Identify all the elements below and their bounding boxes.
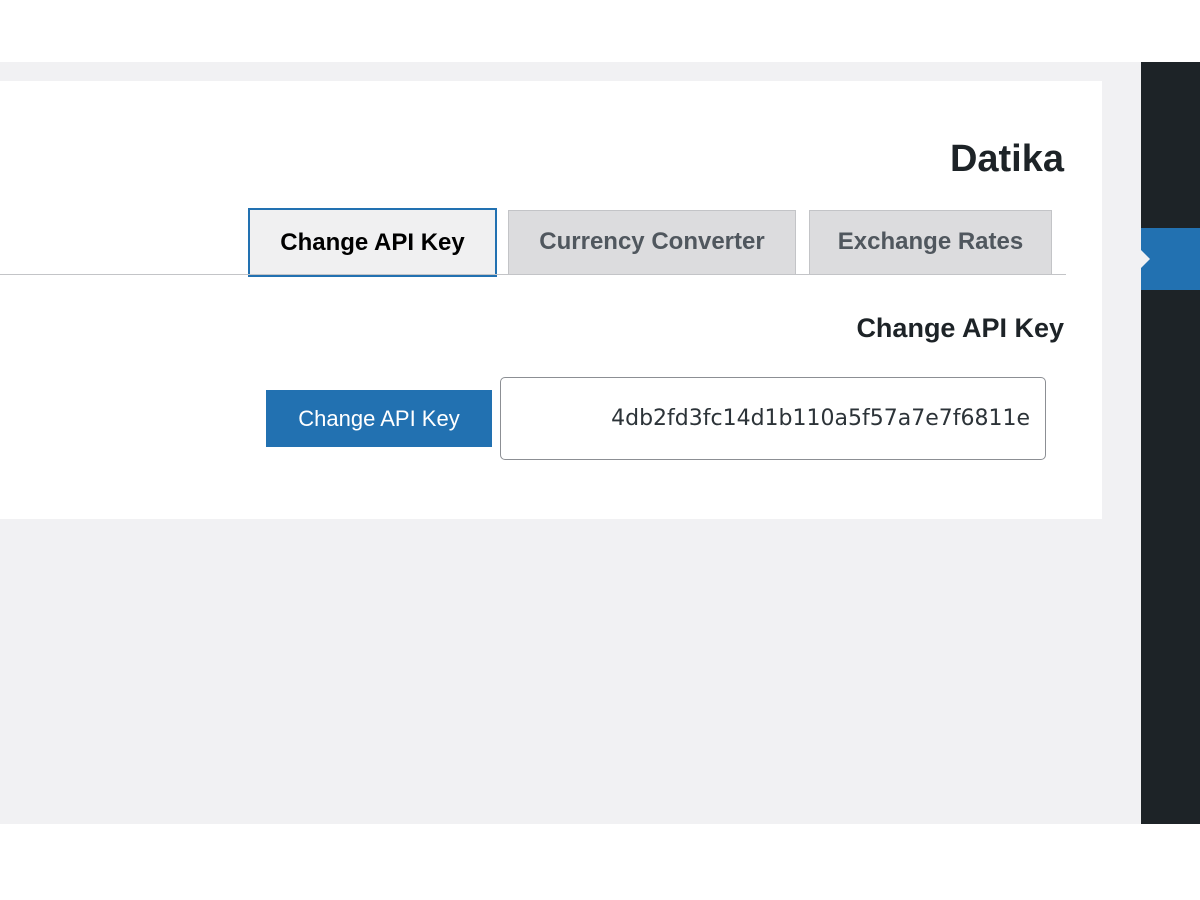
settings-panel: Datika Change API Key Currency Converter…: [0, 81, 1102, 519]
admin-content-area: Datika Change API Key Currency Converter…: [0, 62, 1141, 824]
tab-currency-converter[interactable]: Currency Converter: [508, 210, 796, 274]
tab-exchange-rates[interactable]: Exchange Rates: [809, 210, 1052, 274]
change-api-key-button[interactable]: Change API Key: [266, 390, 492, 447]
tabs-divider: [0, 274, 1066, 275]
page-title: Datika: [949, 138, 1064, 180]
admin-sidebar-menu: [1141, 62, 1200, 824]
section-heading: Change API Key: [856, 313, 1064, 343]
api-key-input[interactable]: [500, 377, 1046, 460]
browser-viewport: Datika Change API Key Currency Converter…: [0, 0, 1200, 900]
current-item-arrow-icon: [1141, 250, 1150, 268]
tab-change-api-key[interactable]: Change API Key: [248, 208, 497, 277]
